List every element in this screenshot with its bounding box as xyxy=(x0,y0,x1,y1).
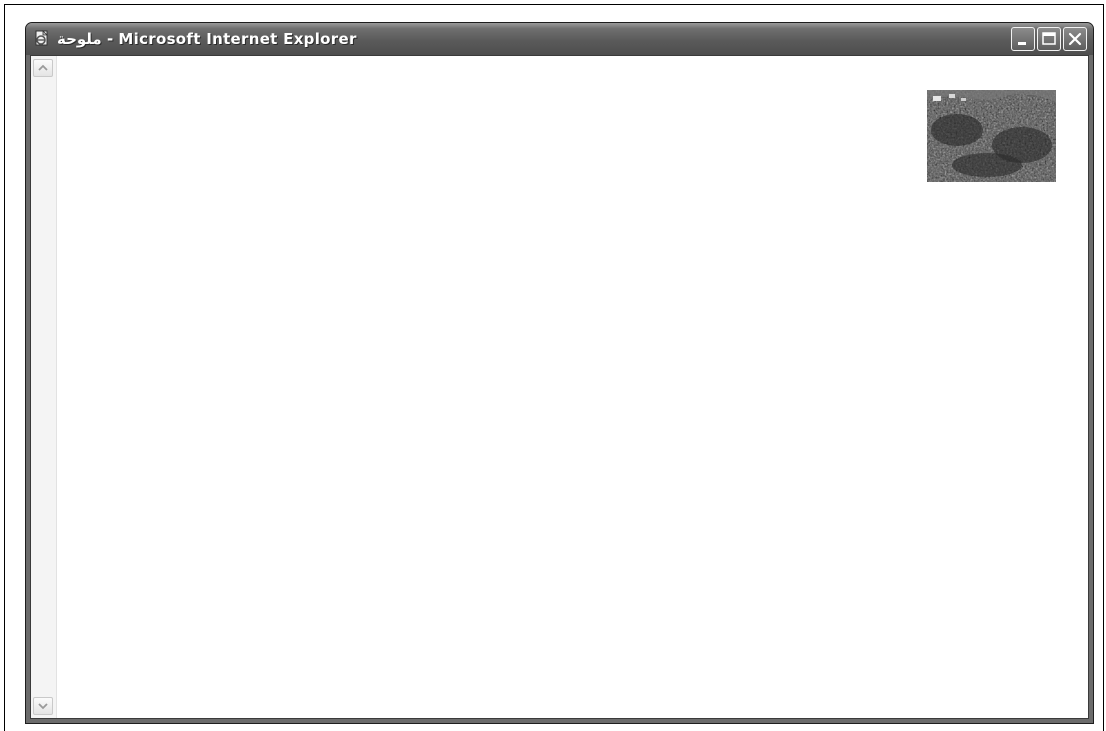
minimize-icon xyxy=(1018,42,1026,45)
window-title: ملوحة - Microsoft Internet Explorer xyxy=(57,30,357,48)
close-icon xyxy=(1068,32,1082,46)
minimize-button[interactable] xyxy=(1011,27,1035,51)
page-content xyxy=(30,55,1089,719)
scroll-up-button[interactable] xyxy=(33,59,53,77)
caption-buttons xyxy=(1011,27,1087,51)
ie-page-icon[interactable] xyxy=(33,29,51,47)
vertical-scrollbar[interactable] xyxy=(31,56,57,718)
close-button[interactable] xyxy=(1063,27,1087,51)
title-bar[interactable]: ملوحة - Microsoft Internet Explorer xyxy=(26,23,1093,55)
scroll-down-button[interactable] xyxy=(33,697,53,715)
scroll-up-arrow-icon xyxy=(38,64,48,71)
browser-window: ملوحة - Microsoft Internet Explorer xyxy=(25,22,1094,724)
scroll-down-arrow-icon xyxy=(38,703,48,710)
maximize-button[interactable] xyxy=(1037,27,1061,51)
maximize-icon xyxy=(1042,32,1056,45)
landscape-photo-thumbnail[interactable] xyxy=(927,90,1056,182)
